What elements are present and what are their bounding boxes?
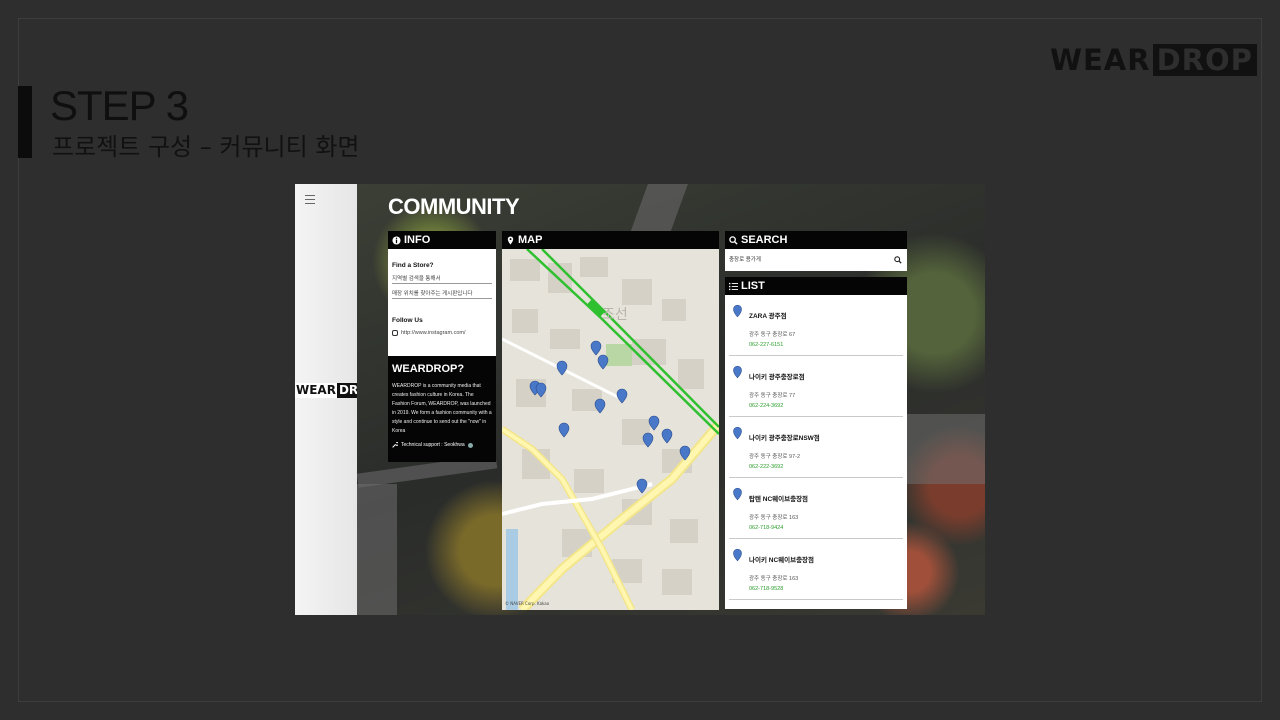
page-title: COMMUNITY: [388, 194, 520, 219]
store-map[interactable]: 조선 © NAVER Corp. Kakao: [502, 249, 719, 610]
info-icon: [392, 235, 401, 245]
store-phone: 062-718-9424: [749, 525, 784, 531]
instagram-url: http://www.instagram.com/: [401, 330, 466, 336]
info-header: INFO: [388, 231, 496, 249]
location-field[interactable]: 매장 위치를 찾아주는 게시판입니다: [392, 289, 492, 299]
brand-logo: WEAR DROP: [1050, 44, 1257, 76]
store-name: 나이키 광주충장로점: [749, 374, 805, 381]
hamburger-icon[interactable]: [305, 195, 315, 204]
store-address: 광주 동구 충장로 163: [749, 576, 799, 582]
map-pin-icon: [733, 548, 742, 562]
tech-support-text: Technical support : Seokhwa: [401, 442, 465, 448]
map-pin-icon: [507, 235, 514, 245]
support-badge-icon: [467, 442, 473, 448]
list-item[interactable]: 나이키 광주충장로NSW점 광주 동구 충장로 97-2 062-222-369…: [729, 417, 903, 478]
step-accent-bar: [18, 86, 32, 158]
store-phone: 062-224-3692: [749, 403, 784, 409]
list-header: LIST: [725, 277, 907, 295]
side-logo-wear: WEAR: [295, 383, 337, 398]
store-address: 광주 동구 충장로 67: [749, 332, 796, 338]
find-store-label: Find a Store?: [392, 262, 434, 269]
map-canvas: 조선 © NAVER Corp. Kakao: [502, 249, 719, 610]
store-phone: 062-718-9528: [749, 586, 784, 592]
list-item[interactable]: ZARA 광주점 광주 동구 충장로 67 062-227-6151: [729, 295, 903, 356]
about-text: WEARDROP is a community media that creat…: [392, 383, 492, 434]
store-phone: 062-222-3692: [749, 464, 784, 470]
search-header-label: SEARCH: [741, 234, 788, 246]
search-submit-icon[interactable]: [894, 256, 902, 264]
follow-us-label: Follow Us: [392, 317, 423, 324]
step-subtitle: 프로젝트 구성 – 커뮤니티 화면: [52, 133, 360, 161]
map-header: MAP: [502, 231, 719, 249]
store-list: ZARA 광주점 광주 동구 충장로 67 062-227-6151 나이키 광…: [725, 295, 907, 609]
about-title: WEARDROP?: [392, 363, 465, 375]
map-pin-icon: [733, 304, 742, 318]
map-header-label: MAP: [518, 234, 543, 246]
brand-logo-wear: WEAR: [1050, 43, 1151, 77]
list-item[interactable]: 탑텐 NC웨이브충장점 광주 동구 충장로 163 062-718-9424: [729, 478, 903, 539]
map-pin-icon: [733, 426, 742, 440]
store-address: 광주 동구 충장로 77: [749, 393, 796, 399]
store-address: 광주 동구 충장로 97-2: [749, 454, 801, 460]
store-name: 나이키 NC웨이브충장점: [749, 557, 815, 564]
map-place-label: 조선: [602, 307, 628, 323]
instagram-link[interactable]: http://www.instagram.com/: [392, 330, 492, 336]
wrench-icon: [392, 442, 398, 448]
step-title: STEP 3: [50, 82, 189, 129]
info-header-label: INFO: [404, 234, 431, 246]
list-header-label: LIST: [741, 280, 765, 292]
map-pin-icon: [733, 487, 742, 501]
store-address: 광주 동구 충장로 163: [749, 515, 799, 521]
info-body: Find a Store? 지역별 검색을 통해서 매장 위치를 찾아주는 게시…: [388, 249, 496, 356]
map-pin-icon: [733, 365, 742, 379]
side-nav: WEAR DROP: [295, 184, 380, 615]
instagram-icon: [392, 330, 398, 336]
store-phone: 062-227-6151: [749, 342, 784, 348]
list-item[interactable]: 나이키 광주충장로점 광주 동구 충장로 77 062-224-3692: [729, 356, 903, 417]
store-name: 탑텐 NC웨이브충장점: [749, 496, 809, 503]
region-search-field[interactable]: 지역별 검색을 통해서: [392, 274, 492, 284]
search-icon: [729, 235, 738, 245]
search-header: SEARCH: [725, 231, 907, 249]
map-attribution: © NAVER Corp. Kakao: [505, 601, 550, 606]
store-name: 나이키 광주충장로NSW점: [749, 435, 820, 442]
app-screenshot: WEAR DROP COMMUNITY INFO Find a Store? 지…: [295, 184, 985, 615]
search-query: 충장로 용가게: [729, 257, 761, 263]
tech-support: Technical support : Seokhwa: [392, 442, 492, 448]
brand-logo-drop: DROP: [1152, 44, 1257, 76]
list-icon: [729, 282, 738, 290]
list-item[interactable]: 나이키 NC웨이브충장점 광주 동구 충장로 163 062-718-9528: [729, 539, 903, 600]
about-panel: WEARDROP? WEARDROP is a community media …: [388, 356, 496, 462]
store-name: ZARA 광주점: [749, 313, 787, 320]
search-input[interactable]: 충장로 용가게: [725, 249, 907, 271]
